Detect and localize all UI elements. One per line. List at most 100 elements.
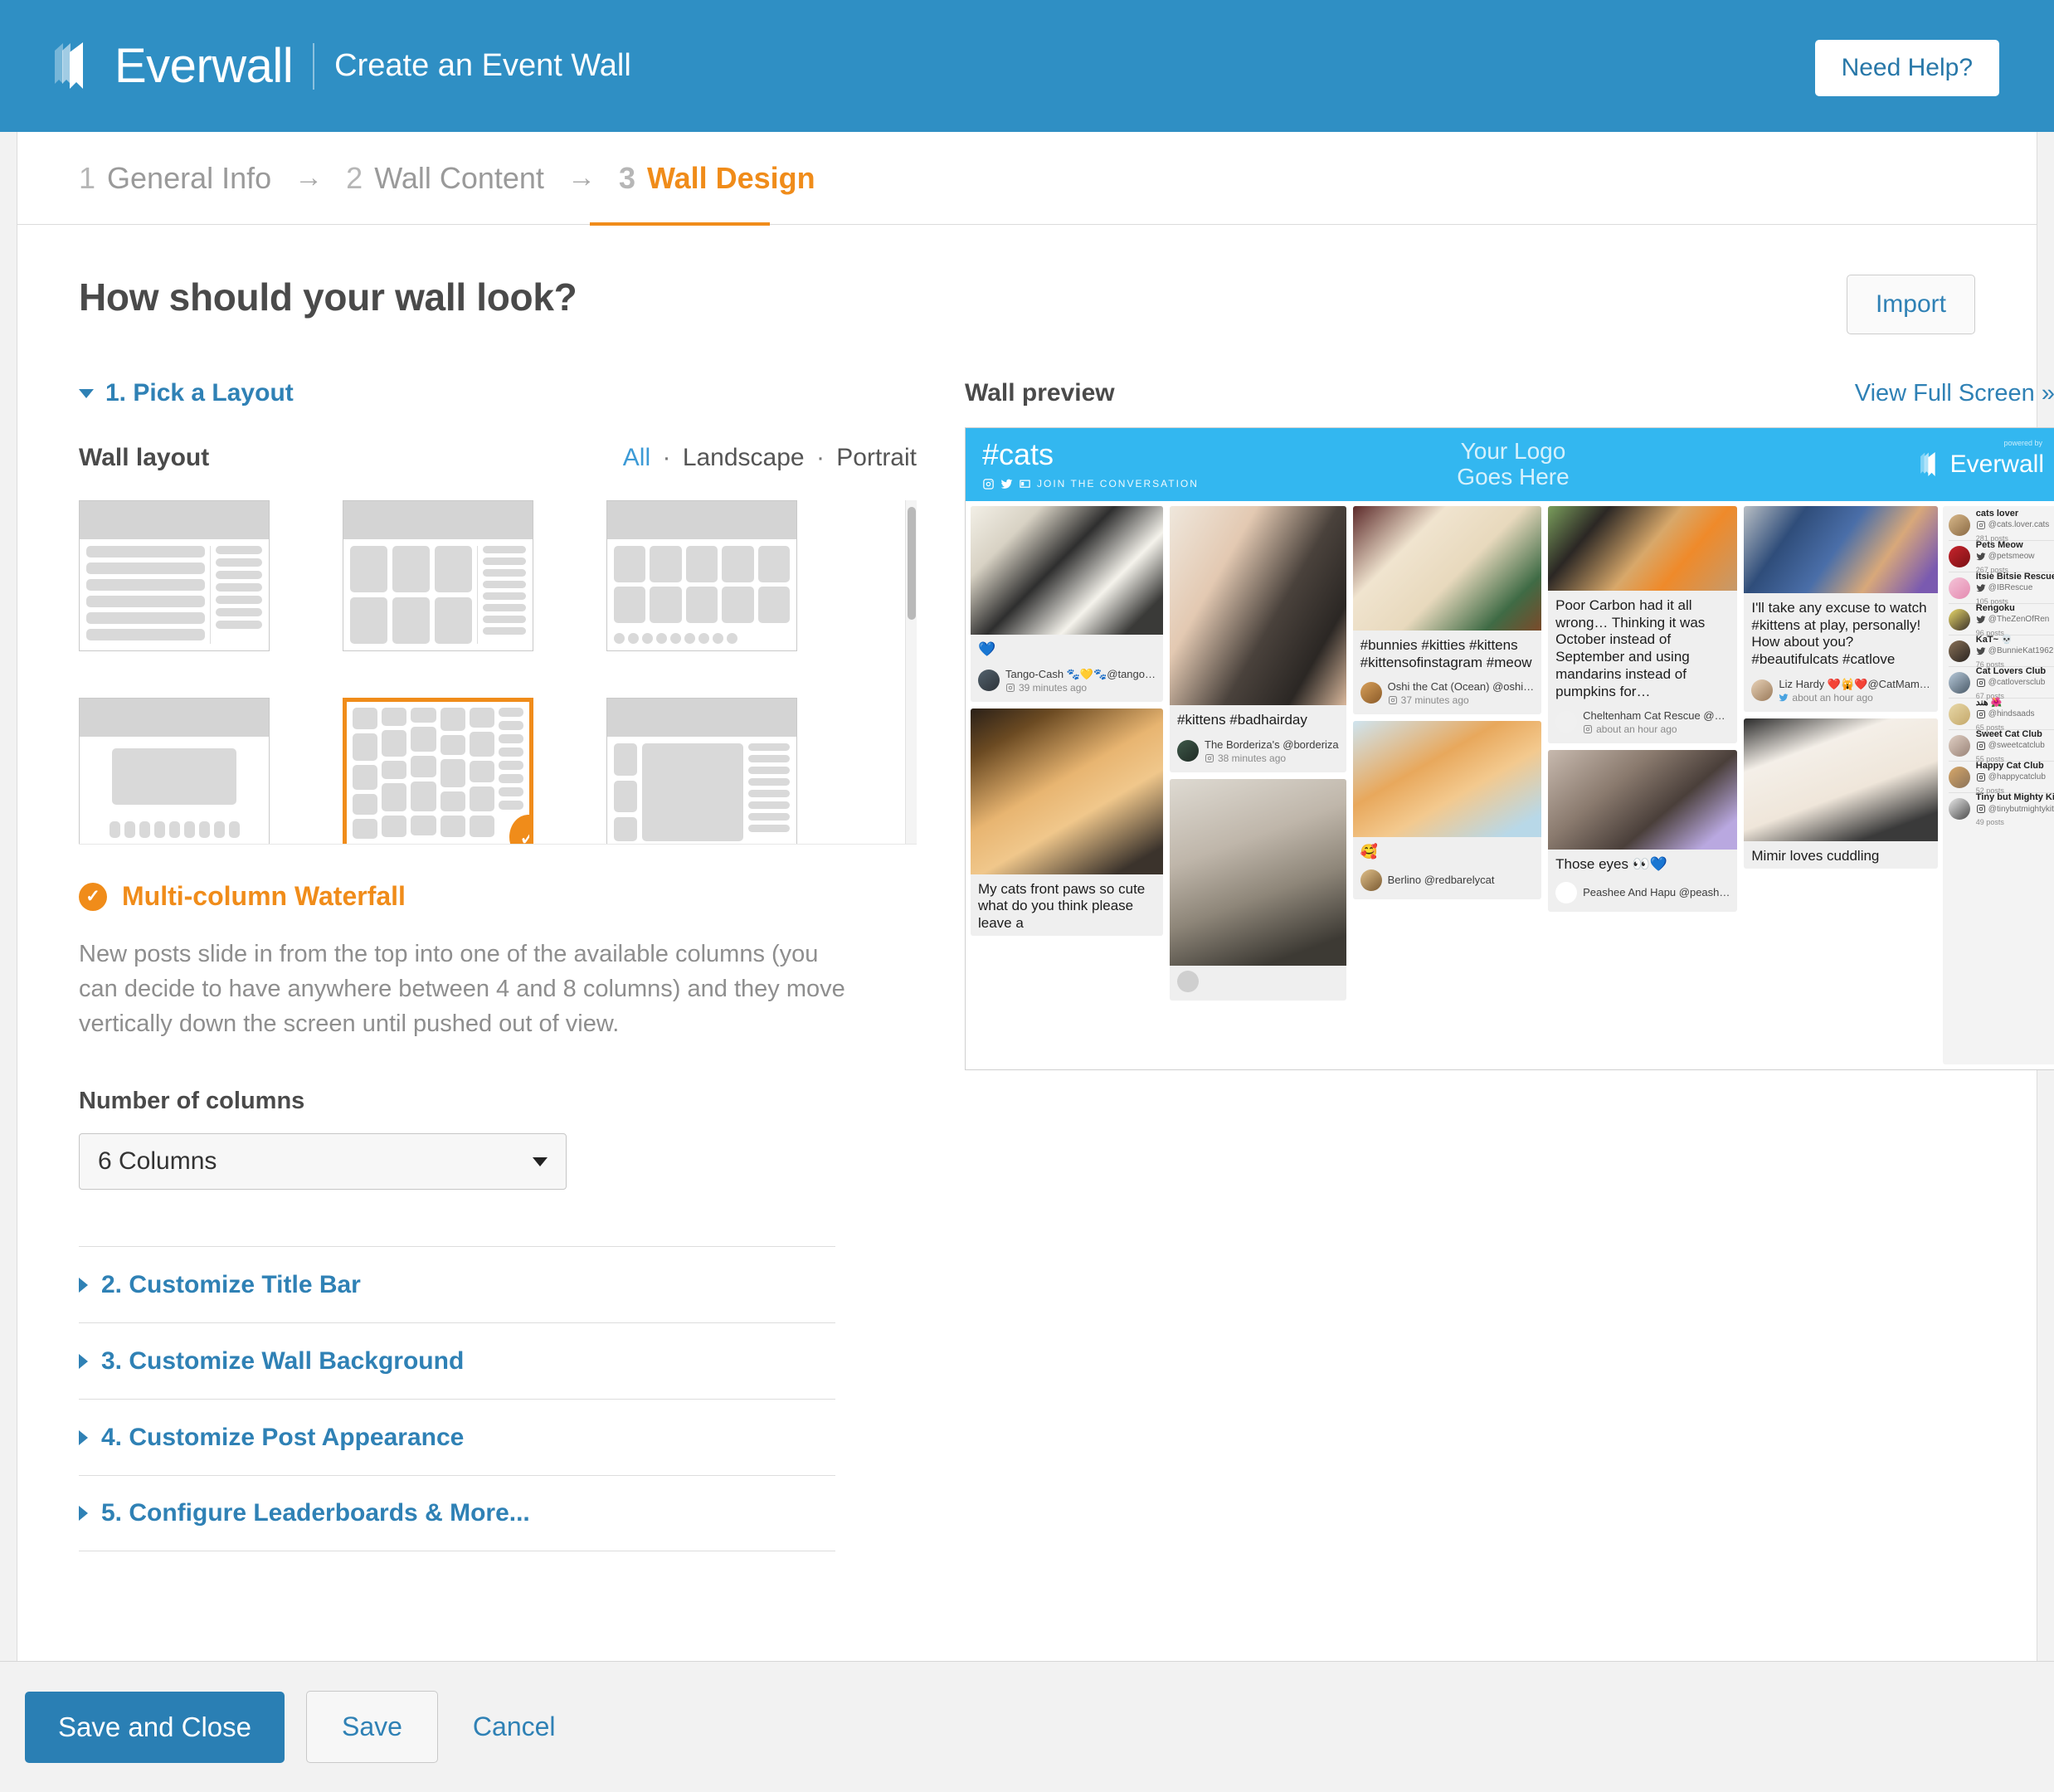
leaderboard-row[interactable]: Tiny but Mighty Kitten … @tinybutmightyk… bbox=[1948, 792, 2054, 826]
leaderboard-handle: @IBRescue bbox=[1988, 583, 2033, 592]
layout-thumb-3[interactable] bbox=[606, 500, 797, 651]
thumb-header bbox=[80, 501, 269, 539]
filter-portrait[interactable]: Portrait bbox=[836, 444, 917, 471]
twitter-icon bbox=[1000, 479, 1013, 489]
wall-post[interactable]: 🥰 Berlino @redbarelycat bbox=[1352, 721, 1542, 900]
number-of-columns-label: Number of columns bbox=[79, 1088, 305, 1115]
wall-column-1: 💙 Tango-Cash 🐾💛🐾@tango… 39 minutes ago M… bbox=[971, 506, 1163, 1064]
post-author-block: Liz Hardy ❤️🙀❤️@CatMam… about an hour ag… bbox=[1779, 677, 1930, 704]
avatar bbox=[1360, 682, 1382, 704]
leaderboard-handle-row: @BunnieKat1962 bbox=[1976, 646, 2054, 656]
step-arrow-1: → bbox=[294, 162, 324, 193]
import-button[interactable]: Import bbox=[1846, 275, 1975, 334]
avatar bbox=[1948, 766, 1970, 788]
post-time-row: 37 minutes ago bbox=[1388, 694, 1534, 706]
instagram-icon bbox=[1584, 725, 1593, 734]
wall-brand-name: Everwall bbox=[1949, 450, 2044, 478]
layout-thumb-1[interactable] bbox=[79, 500, 270, 651]
save-button[interactable]: Save bbox=[305, 1691, 438, 1763]
chevron-right-icon bbox=[79, 1429, 88, 1445]
wall-post[interactable]: Poor Carbon had it all wrong… Thinking i… bbox=[1548, 506, 1738, 744]
accordion-configure-leaderboards[interactable]: 5. Configure Leaderboards & More... bbox=[79, 1475, 835, 1552]
post-time: about an hour ago bbox=[1596, 723, 1677, 736]
leaderboard-name: KaT~ 💀 bbox=[1975, 634, 2013, 645]
instagram-icon bbox=[983, 478, 994, 489]
wall-hashtag: #cats bbox=[982, 436, 1054, 471]
section-pick-a-layout[interactable]: 1. Pick a Layout bbox=[79, 379, 917, 407]
post-image bbox=[1170, 506, 1346, 705]
instagram-icon bbox=[1976, 678, 1985, 687]
avatar bbox=[1948, 703, 1970, 725]
leaderboard-handle: @tinybutmightykittenres… bbox=[1988, 804, 2054, 814]
twitter-icon bbox=[1976, 615, 1986, 623]
leaderboard-info: Tiny but Mighty Kitten … @tinybutmightyk… bbox=[1976, 789, 2054, 829]
post-author-block: Cheltenham Cat Rescue @… about an hour a… bbox=[1583, 709, 1725, 735]
thumb-body bbox=[80, 737, 269, 844]
wall-preview[interactable]: #cats JOIN THE CONVERSATION Your Logo Go… bbox=[965, 427, 2054, 1070]
layout-thumb-2[interactable] bbox=[343, 500, 533, 651]
accordion-customize-title-bar[interactable]: 2. Customize Title Bar bbox=[79, 1246, 835, 1322]
section-title: 1. Pick a Layout bbox=[105, 379, 294, 407]
filter-all[interactable]: All bbox=[623, 444, 650, 471]
screen-icon bbox=[1020, 480, 1030, 488]
scrollbar-thumb[interactable] bbox=[908, 507, 916, 620]
leaderboard-handle: @happycatclub bbox=[1988, 772, 2046, 782]
post-meta bbox=[1170, 966, 1346, 1001]
step-general-info[interactable]: 1 General Info bbox=[79, 161, 271, 196]
selected-layout-name: Multi-column Waterfall bbox=[122, 881, 406, 911]
view-full-screen-link[interactable]: View Full Screen » bbox=[1855, 380, 2054, 407]
wall-post[interactable]: 💙 Tango-Cash 🐾💛🐾@tango… 39 minutes ago bbox=[971, 506, 1163, 702]
layout-thumb-multi-column-waterfall[interactable]: ✓ bbox=[343, 698, 533, 844]
filter-separator-2: · bbox=[815, 444, 825, 471]
join-the-conversation: JOIN THE CONVERSATION bbox=[982, 478, 1256, 490]
accordion-label: 4. Customize Post Appearance bbox=[101, 1423, 465, 1451]
layout-thumbnail-scroller[interactable]: ✓ bbox=[79, 500, 917, 845]
cancel-button[interactable]: Cancel bbox=[460, 1703, 569, 1751]
save-and-close-button[interactable]: Save and Close bbox=[25, 1691, 285, 1763]
step-number: 3 bbox=[618, 160, 635, 195]
post-text: Mimir loves cuddling bbox=[1751, 847, 1880, 864]
instagram-icon bbox=[1976, 741, 1985, 750]
thumbnail-scrollbar[interactable] bbox=[905, 500, 917, 844]
wall-post[interactable]: My cats front paws so cute what do you t… bbox=[971, 708, 1163, 936]
chevron-right-icon bbox=[79, 1353, 88, 1369]
thumb-body bbox=[343, 539, 533, 650]
post-author: Oshi the Cat (Ocean) @oshi… bbox=[1387, 680, 1535, 694]
accordion-customize-post-appearance[interactable]: 4. Customize Post Appearance bbox=[79, 1399, 835, 1475]
number-of-columns-select[interactable]: 6 Columns bbox=[79, 1133, 567, 1191]
accordion-customize-wall-background[interactable]: 3. Customize Wall Background bbox=[79, 1322, 835, 1399]
thumb-body bbox=[607, 539, 796, 650]
step-wall-design[interactable]: 3 Wall Design bbox=[619, 161, 815, 196]
post-meta: Peashee And Hapu @peash… bbox=[1548, 877, 1737, 912]
post-text: #bunnies #kitties #kittens #kittensofins… bbox=[1360, 637, 1532, 670]
wall-post[interactable]: #bunnies #kitties #kittens #kittensofins… bbox=[1352, 506, 1542, 715]
accordion-label: 5. Configure Leaderboards & More... bbox=[101, 1499, 530, 1527]
post-time: 38 minutes ago bbox=[1218, 752, 1287, 764]
avatar bbox=[1751, 679, 1774, 701]
wall-post[interactable] bbox=[1170, 778, 1346, 1001]
wall-post[interactable]: I'll take any excuse to watch #kittens a… bbox=[1744, 506, 1938, 712]
post-time: 37 minutes ago bbox=[1400, 694, 1469, 707]
post-image bbox=[971, 708, 1163, 874]
chevron-down-icon bbox=[533, 1157, 548, 1166]
wall-post[interactable]: Those eyes 👀💙 Peashee And Hapu @peash… bbox=[1548, 750, 1738, 913]
twitter-icon bbox=[1779, 694, 1789, 702]
step-wall-content[interactable]: 2 Wall Content bbox=[346, 161, 544, 196]
filter-landscape[interactable]: Landscape bbox=[683, 444, 805, 471]
layout-thumb-4[interactable] bbox=[79, 698, 270, 844]
avatar bbox=[978, 669, 1000, 691]
page-content: How should your wall look? Import 1. Pic… bbox=[17, 225, 2054, 1552]
leaderboard-handle-row: @hindsaads bbox=[1976, 709, 2054, 719]
post-text: My cats front paws so cute what do you t… bbox=[978, 880, 1146, 932]
wall-post[interactable]: #kittens #badhairday The Borderiza's @bo… bbox=[1170, 506, 1346, 772]
leaderboard-handle-row: @tinybutmightykittenres… bbox=[1976, 804, 2054, 814]
preview-column: Wall preview View Full Screen » #cats JO… bbox=[965, 379, 2054, 1551]
post-image bbox=[1352, 506, 1542, 631]
post-meta: Oshi the Cat (Ocean) @oshi… 37 minutes a… bbox=[1353, 674, 1541, 714]
wall-post[interactable]: Mimir loves cuddling bbox=[1744, 718, 1938, 869]
need-help-button[interactable]: Need Help? bbox=[1814, 40, 1999, 96]
wall-column-4: Poor Carbon had it all wrong… Thinking i… bbox=[1548, 506, 1738, 1064]
post-text: #kittens #badhairday bbox=[1177, 712, 1307, 728]
accordion-label: 3. Customize Wall Background bbox=[101, 1346, 465, 1375]
layout-thumb-6[interactable] bbox=[606, 698, 797, 844]
